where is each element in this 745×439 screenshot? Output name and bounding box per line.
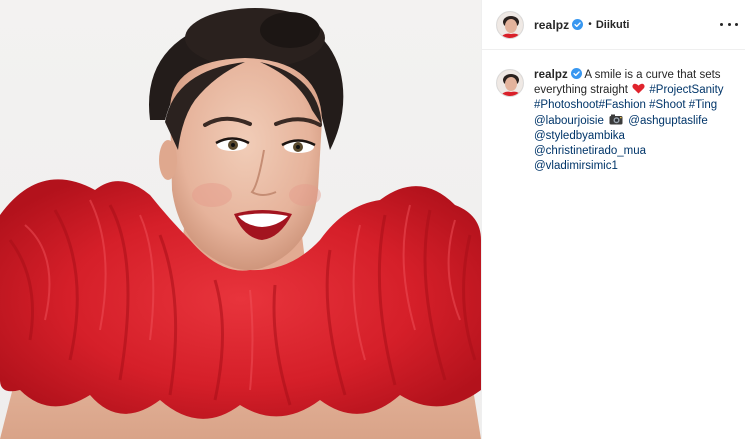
more-options-icon[interactable]	[720, 16, 738, 32]
portrait-illustration	[0, 8, 481, 439]
mention-link[interactable]: @vladimirsimic1	[534, 160, 618, 172]
camera-emoji	[609, 114, 623, 125]
hashtag-link[interactable]: #Shoot	[649, 99, 685, 111]
avatar-image	[497, 70, 523, 96]
mention-link[interactable]: @labourjoisie	[534, 115, 604, 127]
more-dot	[720, 22, 723, 26]
hashtag-link[interactable]: #Fashion	[599, 99, 646, 111]
header-separator: •	[588, 19, 592, 30]
hashtag-link[interactable]: #Ting	[689, 99, 717, 111]
header-username[interactable]: realpz	[534, 18, 569, 32]
verified-badge-icon	[572, 19, 584, 30]
caption-username[interactable]: realpz	[534, 69, 568, 81]
post-photo[interactable]	[0, 0, 481, 439]
hashtag-link[interactable]: #ProjectSanity	[649, 84, 723, 96]
follow-button[interactable]: Diikuti	[596, 19, 630, 31]
caption-text: realpz A smile is a curve that sets ever…	[534, 68, 734, 174]
instagram-post: realpz • Diikuti realpz A smile is a cur…	[0, 0, 745, 439]
red-heart-emoji	[632, 83, 645, 94]
mention-link[interactable]: @christinetirado_mua	[534, 145, 646, 157]
post-side-panel: realpz • Diikuti realpz A smile is a cur…	[481, 0, 745, 439]
more-dot	[735, 22, 738, 26]
caption-avatar[interactable]	[496, 69, 524, 97]
post-header: realpz • Diikuti	[482, 0, 745, 50]
mention-link[interactable]: @styledbyambika	[534, 130, 625, 142]
post-caption: realpz A smile is a curve that sets ever…	[496, 68, 736, 174]
avatar[interactable]	[496, 10, 524, 39]
avatar-image	[497, 11, 523, 38]
more-dot	[727, 22, 731, 26]
mention-link[interactable]: @ashguptaslife	[628, 115, 707, 127]
hashtag-link[interactable]: #Photoshoot	[534, 99, 599, 111]
verified-badge-icon	[570, 68, 582, 79]
